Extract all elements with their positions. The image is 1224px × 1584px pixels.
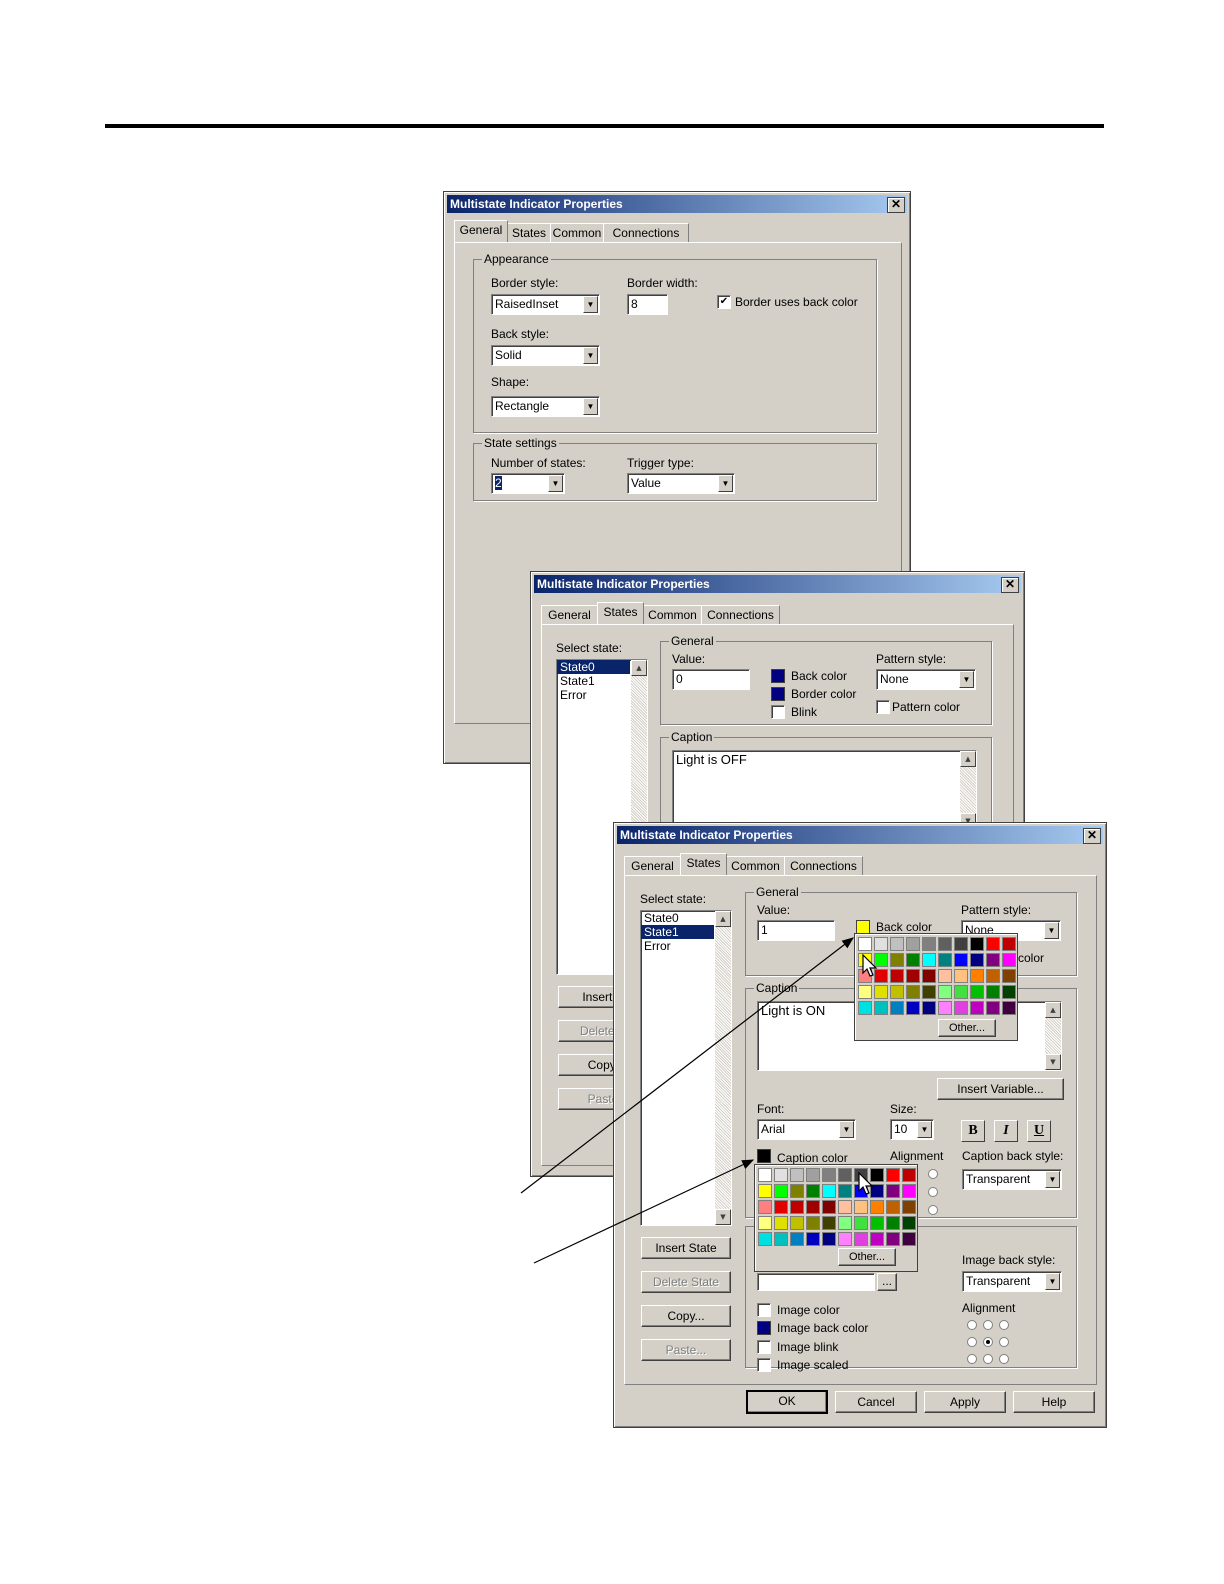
callout-arrow-back-color xyxy=(520,937,854,1194)
callout-arrows xyxy=(520,937,854,1264)
tab-general[interactable]: General xyxy=(454,220,508,242)
callout-arrow-caption-color xyxy=(533,1159,755,1264)
tab-states[interactable]: States xyxy=(597,602,644,624)
tab-states[interactable]: States xyxy=(680,853,727,875)
